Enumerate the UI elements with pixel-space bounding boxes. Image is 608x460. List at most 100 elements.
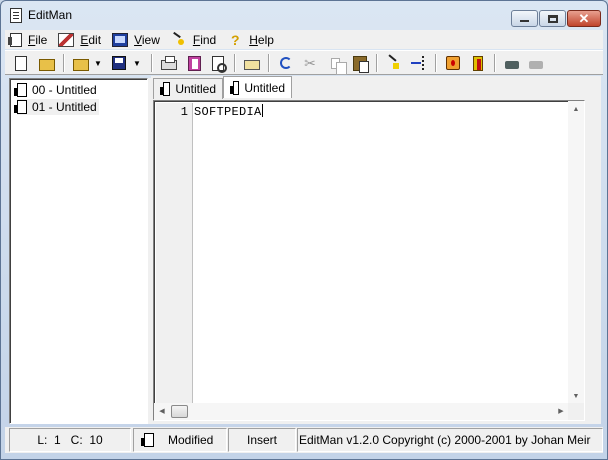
horizontal-scrollbar[interactable]: ◀ ▶	[154, 403, 569, 420]
file-icon	[8, 32, 22, 47]
scroll-right-arrow-icon[interactable]: ▶	[553, 403, 569, 419]
minimize-icon	[520, 20, 529, 22]
open-dropdown[interactable]: ▼	[93, 54, 103, 72]
pointing-hand-right-icon	[529, 61, 543, 69]
tab-untitled-0[interactable]: Untitled	[153, 78, 223, 99]
find-icon	[171, 33, 187, 47]
previous-document-button[interactable]	[502, 54, 522, 72]
scroll-down-arrow-icon[interactable]: ▼	[568, 388, 584, 404]
menu-file[interactable]: File	[5, 30, 53, 49]
line-number: 1	[180, 105, 188, 119]
maximize-button[interactable]	[539, 10, 566, 27]
save-dropdown[interactable]: ▼	[132, 54, 142, 72]
floppy-disk-icon	[112, 56, 126, 70]
title-bar[interactable]: EditMan ✕	[1, 1, 607, 29]
tab-label: Untitled	[244, 80, 285, 95]
goto-line-button[interactable]	[409, 54, 429, 72]
new-file-icon	[15, 55, 27, 71]
print-button[interactable]	[159, 54, 179, 72]
new-button[interactable]	[11, 54, 31, 72]
exit-door-icon	[473, 55, 483, 71]
open-button[interactable]	[71, 54, 91, 72]
code-text: SOFTPEDIA	[194, 105, 262, 119]
toolbar-separator	[494, 54, 496, 72]
menu-file-label: File	[28, 32, 48, 47]
tab-label: Untitled	[175, 82, 216, 96]
open-recent-button[interactable]	[37, 54, 57, 72]
document-icon	[229, 80, 240, 95]
favorites-button[interactable]	[443, 54, 463, 72]
modified-label: Modified	[168, 433, 214, 447]
print-preview-button[interactable]	[208, 54, 228, 73]
menu-edit-label: Edit	[80, 32, 102, 47]
mark-button[interactable]	[384, 54, 404, 72]
list-item[interactable]: 01 - Untitled	[14, 99, 99, 115]
text-editor[interactable]: 1 SOFTPEDIA ▲ ▼ ◀ ▶	[153, 100, 585, 421]
list-item[interactable]: 00 - Untitled	[14, 82, 99, 98]
document-label: 00 - Untitled	[32, 83, 97, 97]
cut-button[interactable]: ✂	[300, 54, 320, 72]
status-bar: L: 1 C: 10 Modified Insert EditMan v1.2.…	[5, 427, 603, 453]
print-preview-icon	[212, 55, 227, 73]
code-line[interactable]: SOFTPEDIA	[194, 104, 263, 119]
toolbar-separator	[268, 54, 270, 72]
modified-status: Modified	[133, 428, 227, 452]
toolbar-separator	[376, 54, 378, 72]
pointing-hand-left-icon	[505, 61, 519, 69]
mail-button[interactable]	[242, 54, 262, 72]
mail-icon	[244, 59, 260, 70]
column-indicator: C: 10	[70, 433, 103, 447]
view-icon	[112, 32, 129, 47]
paste-button[interactable]	[350, 54, 370, 73]
gutter-divider	[192, 103, 193, 403]
toolbar-separator	[435, 54, 437, 72]
help-icon: ?	[230, 31, 240, 48]
editman-window: EditMan ✕ File Edit View Find ? Help ▼ ▼…	[0, 0, 608, 460]
scrollbar-corner	[568, 403, 584, 420]
line-indicator: L: 1	[37, 433, 61, 447]
menu-find-label: Find	[192, 32, 217, 47]
menu-bar: File Edit View Find ? Help	[5, 30, 603, 49]
menu-find[interactable]: Find	[166, 30, 222, 49]
dropdown-arrow-icon: ▼	[94, 58, 102, 68]
document-label: 01 - Untitled	[32, 100, 97, 114]
copy-button[interactable]	[325, 54, 347, 75]
dropdown-arrow-icon: ▼	[133, 58, 141, 68]
document-list[interactable]: 00 - Untitled 01 - Untitled	[9, 78, 148, 424]
goto-arrow-icon	[411, 55, 427, 71]
maximize-icon	[547, 14, 558, 23]
bell-icon	[446, 56, 460, 70]
document-icon	[159, 82, 171, 96]
undo-icon	[280, 57, 292, 69]
edit-icon	[58, 32, 75, 47]
menu-view[interactable]: View	[107, 30, 166, 49]
next-document-button[interactable]	[526, 54, 546, 72]
menu-help[interactable]: ? Help	[222, 30, 280, 49]
document-icon	[141, 433, 154, 447]
tab-untitled-1[interactable]: Untitled	[223, 76, 292, 98]
document-icon	[14, 100, 27, 114]
minimize-button[interactable]	[511, 10, 538, 27]
close-button[interactable]: ✕	[567, 10, 601, 27]
copyright-status: EditMan v1.2.0 Copyright (c) 2000-2001 b…	[297, 428, 603, 452]
document-icon	[14, 83, 27, 97]
insert-mode-label: Insert	[246, 433, 277, 447]
window-title: EditMan	[28, 8, 73, 22]
book-icon	[187, 55, 201, 71]
horizontal-scroll-thumb[interactable]	[171, 405, 188, 418]
exit-button[interactable]	[468, 54, 488, 72]
cursor-position: L: 1 C: 10	[9, 428, 131, 452]
scroll-left-arrow-icon[interactable]: ◀	[154, 403, 170, 419]
undo-button[interactable]	[276, 54, 296, 72]
highlighter-icon	[386, 55, 402, 71]
scroll-up-arrow-icon[interactable]: ▲	[568, 101, 584, 117]
book-button[interactable]	[184, 54, 204, 72]
save-button[interactable]	[109, 54, 129, 72]
app-icon[interactable]	[10, 8, 22, 23]
vertical-scrollbar[interactable]: ▲ ▼	[568, 101, 584, 404]
scissors-icon: ✂	[304, 55, 316, 71]
text-caret	[261, 104, 263, 117]
insert-mode-status: Insert	[228, 428, 296, 452]
toolbar: ▼ ▼ ✂	[5, 50, 603, 75]
menu-edit[interactable]: Edit	[53, 30, 107, 49]
